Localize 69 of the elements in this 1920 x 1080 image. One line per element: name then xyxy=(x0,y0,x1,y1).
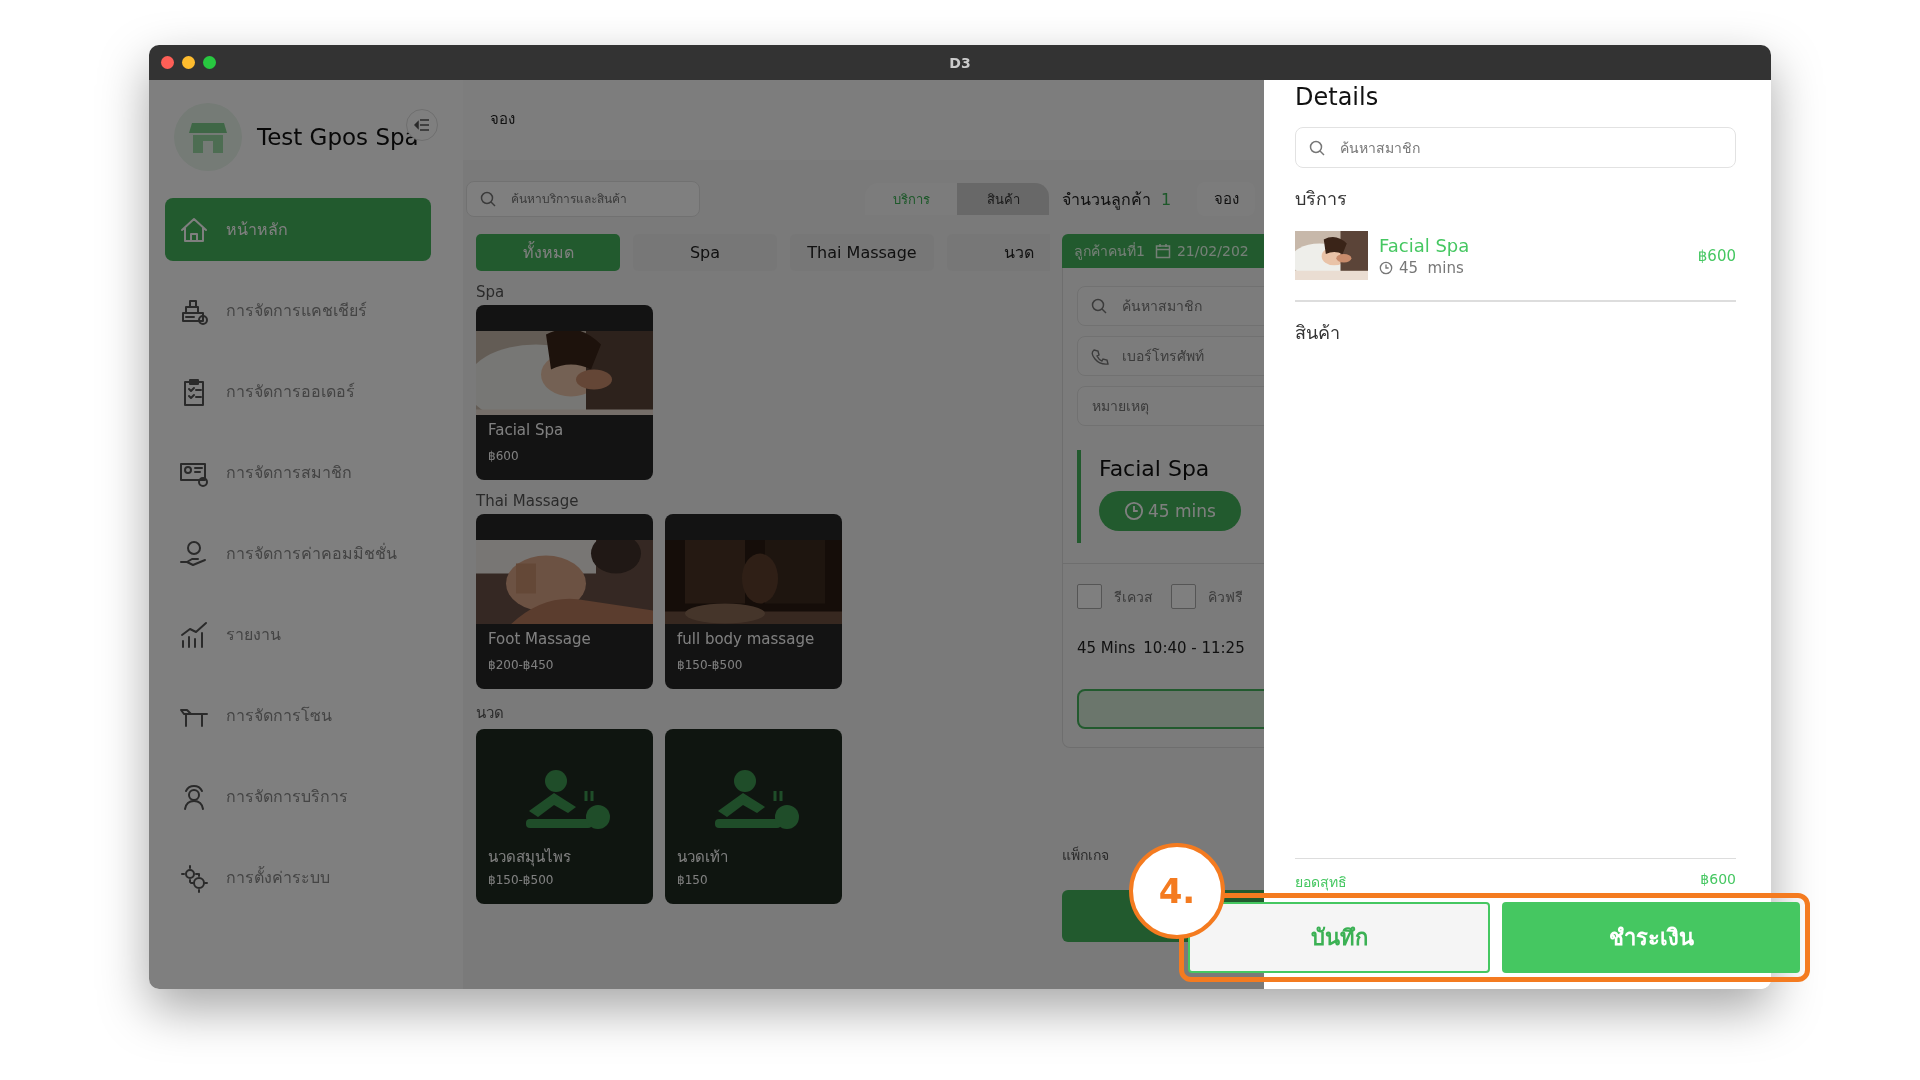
sidebar-item[interactable]: การจัดการบริการ xyxy=(165,765,431,828)
service-name: Facial Spa xyxy=(1379,234,1471,256)
phone-icon xyxy=(1091,348,1109,366)
sidebar-item[interactable]: การจัดการสมาชิก xyxy=(165,441,431,504)
date-text: 21/02/202 xyxy=(1176,243,1249,259)
section-title: Thai Massage xyxy=(476,492,580,510)
section-title: สินค้า xyxy=(1295,321,1341,345)
service-name: Foot Massage xyxy=(488,630,591,648)
checkbox-label: คิวฟรี xyxy=(1208,587,1243,607)
sidebar-item[interactable]: รายงาน xyxy=(165,603,431,666)
panel-title: Details xyxy=(1295,83,1380,111)
time-range: 10:40 - 11:25 xyxy=(1143,639,1245,657)
service-price: ฿200-฿450 xyxy=(488,658,554,672)
clock-icon xyxy=(1124,501,1144,521)
clock-icon xyxy=(1379,260,1393,275)
duration-button[interactable]: 45 mins xyxy=(1099,491,1241,531)
package-label: แพ็กเกจ xyxy=(1062,845,1110,865)
sidebar-item[interactable]: การจัดการโซน xyxy=(165,684,431,747)
section-title: นวด xyxy=(476,703,505,724)
duration-text: 45 mins xyxy=(1399,258,1464,277)
service-price: ฿150 xyxy=(677,873,708,887)
tab[interactable]: สินค้า xyxy=(957,183,1049,215)
search-field[interactable]: ค้นหาสมาชิก xyxy=(1295,127,1736,168)
service-price: ฿150-฿500 xyxy=(488,873,554,887)
sidebar-item[interactable]: การจัดการออเดอร์ xyxy=(165,360,431,423)
checkbox[interactable] xyxy=(1077,584,1102,609)
calendar-icon xyxy=(1154,243,1171,259)
service-price: ฿600 xyxy=(488,449,519,463)
guest-label: ลูกค้าคนที่1 xyxy=(1074,241,1145,262)
category-chip[interactable]: ทั้งหมด xyxy=(476,234,620,271)
checkbox[interactable] xyxy=(1171,584,1196,609)
sidebar-item[interactable]: การจัดการค่าคอมมิชชั่น xyxy=(165,522,431,585)
customer-count: 1 xyxy=(1161,189,1172,209)
section-title: Spa xyxy=(476,283,506,301)
page-title: จอง xyxy=(490,109,516,130)
checkbox-label: รีเควส xyxy=(1114,587,1153,607)
duration-text: 45 Mins xyxy=(1077,639,1136,657)
search-icon xyxy=(1091,298,1107,314)
service-price: ฿600 xyxy=(1697,246,1736,265)
pay-button[interactable]: ชำระเงิน xyxy=(1502,902,1800,973)
sidebar-item[interactable]: การจัดการแคชเชียร์ xyxy=(165,279,431,342)
service-name: นวดเท้า xyxy=(677,847,728,868)
service-name: นวดสมุนไพร xyxy=(488,847,571,869)
total-label: ยอดสุทธิ xyxy=(1295,873,1347,893)
service-card[interactable]: full body massage ฿150-฿500 xyxy=(665,514,842,689)
service-card[interactable]: นวดสมุนไพร ฿150-฿500 xyxy=(476,729,653,904)
save-button[interactable]: บันทึก xyxy=(1188,902,1490,973)
service-card[interactable]: Facial Spa ฿600 xyxy=(476,305,653,480)
input-field[interactable]: หมายเหตุ xyxy=(1077,386,1264,426)
input-field[interactable]: เบอร์โทรศัพท์ xyxy=(1077,336,1264,376)
search-icon xyxy=(480,191,496,207)
window-title: D3 xyxy=(949,54,971,71)
search-field[interactable]: ค้นหาบริการและสินค้า xyxy=(466,181,700,217)
sidebar-item[interactable]: การตั้งค่าระบบ xyxy=(165,846,431,909)
service-name: Facial Spa xyxy=(1099,456,1211,481)
search-icon xyxy=(1309,139,1325,156)
input-field[interactable]: ค้นหาสมาชิก xyxy=(1077,286,1264,326)
close-button[interactable] xyxy=(161,56,174,69)
minimize-button[interactable] xyxy=(182,56,195,69)
section-title: บริการ xyxy=(1295,187,1348,211)
service-name: full body massage xyxy=(677,630,815,648)
service-card[interactable]: Foot Massage ฿200-฿450 xyxy=(476,514,653,689)
zoom-button[interactable] xyxy=(203,56,216,69)
sidebar-item[interactable]: หน้าหลัก xyxy=(165,198,431,261)
customer-count-label: จำนวนลูกค้า xyxy=(1062,188,1151,212)
total-amount: ฿600 xyxy=(1700,871,1736,889)
service-price: ฿150-฿500 xyxy=(677,658,743,672)
service-card[interactable]: นวดเท้า ฿150 xyxy=(665,729,842,904)
service-name: Facial Spa xyxy=(488,421,564,439)
